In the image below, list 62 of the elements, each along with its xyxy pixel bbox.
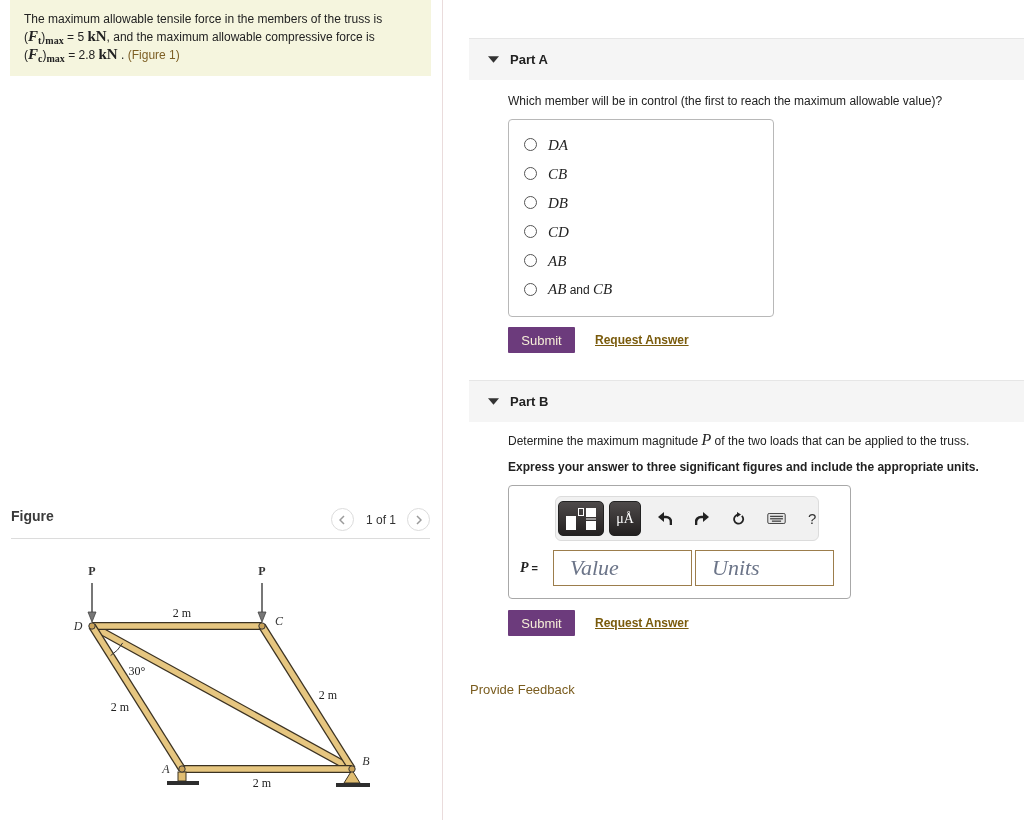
dimension-label: 2 m: [318, 688, 338, 702]
value-field[interactable]: Value: [553, 550, 692, 586]
radio-button[interactable]: [524, 225, 537, 238]
chevron-left-icon: [339, 514, 346, 525]
fraction-template-icon: [566, 507, 596, 530]
load-arrow: [87, 582, 97, 623]
radio-button[interactable]: [524, 254, 537, 267]
question-text: Determine the maximum magnitude P of the two loads that can be applied to the truss.: [508, 433, 971, 448]
option-label: DB: [548, 193, 568, 212]
help-button[interactable]: ?: [808, 510, 817, 527]
part-title: Part A: [510, 52, 548, 67]
joint-label: C: [275, 614, 283, 628]
problem-statement: The maximum allowable tensile force in the members of the truss is (F$_{t}$)$_{max}$ = 5 kN, and the maximum allowable compressive force is (F$_{c}$)$_{max}$ = 2.8 kN . (Figure 1): [24, 11, 384, 64]
joint-label: B: [362, 754, 370, 768]
radio-button[interactable]: [524, 138, 537, 151]
part-title: Part B: [510, 394, 549, 409]
option-label: CB: [548, 164, 568, 183]
keyboard-icon[interactable]: [767, 513, 786, 524]
joint-pin: [348, 765, 356, 773]
request-answer-link[interactable]: Request Answer: [595, 333, 689, 347]
submit-button[interactable]: Submit: [508, 610, 575, 636]
radio-button[interactable]: [524, 167, 537, 180]
figure-heading: Figure: [11, 508, 54, 524]
caret-down-icon[interactable]: [488, 56, 499, 63]
templates-button[interactable]: [558, 501, 604, 536]
load-label: P: [88, 564, 96, 578]
dimension-label: 2 m: [110, 700, 130, 714]
joint-pin: [88, 622, 96, 630]
undo-icon[interactable]: [658, 512, 672, 525]
feedback-link[interactable]: Provide Feedback: [470, 682, 575, 697]
pin-support: [167, 771, 199, 785]
units-field[interactable]: Units: [695, 550, 834, 586]
instruction-text: Express your answer to three significant figures and include the appropriate units.: [508, 460, 980, 474]
option-label: DA: [548, 135, 568, 154]
option-label: AB and CB: [548, 280, 613, 299]
part-header[interactable]: Part B: [469, 380, 1024, 422]
redo-icon[interactable]: [695, 512, 709, 525]
radio-button[interactable]: [524, 196, 537, 209]
radio-button[interactable]: [524, 283, 537, 296]
request-answer-link[interactable]: Request Answer: [595, 616, 689, 630]
load-arrow: [257, 582, 267, 623]
caret-down-icon[interactable]: [488, 398, 499, 405]
variable-label: P =: [520, 560, 540, 576]
submit-button[interactable]: Submit: [508, 327, 575, 353]
joint-label: D: [73, 619, 83, 633]
option-label: CD: [548, 222, 569, 241]
dimension-label: 2 m: [172, 606, 192, 620]
reset-icon[interactable]: [732, 512, 746, 525]
joint-label: A: [162, 762, 170, 776]
dimension-label: 2 m: [252, 776, 272, 790]
question-text: Which member will be in control (the first to reach the maximum allowable value)?: [508, 94, 944, 108]
part-header[interactable]: Part A: [469, 38, 1024, 80]
units-button[interactable]: μÅ: [609, 501, 641, 536]
page-counter: 1 of 1: [365, 512, 396, 527]
chevron-right-icon: [415, 514, 422, 525]
option-label: AB: [548, 251, 567, 270]
load-label: P: [258, 564, 266, 578]
joint-pin: [178, 765, 186, 773]
angle-arc: [110, 642, 124, 657]
figure-link[interactable]: (Figure 1): [127, 48, 180, 62]
angle-label: 30°: [128, 664, 146, 678]
joint-pin: [258, 622, 266, 630]
